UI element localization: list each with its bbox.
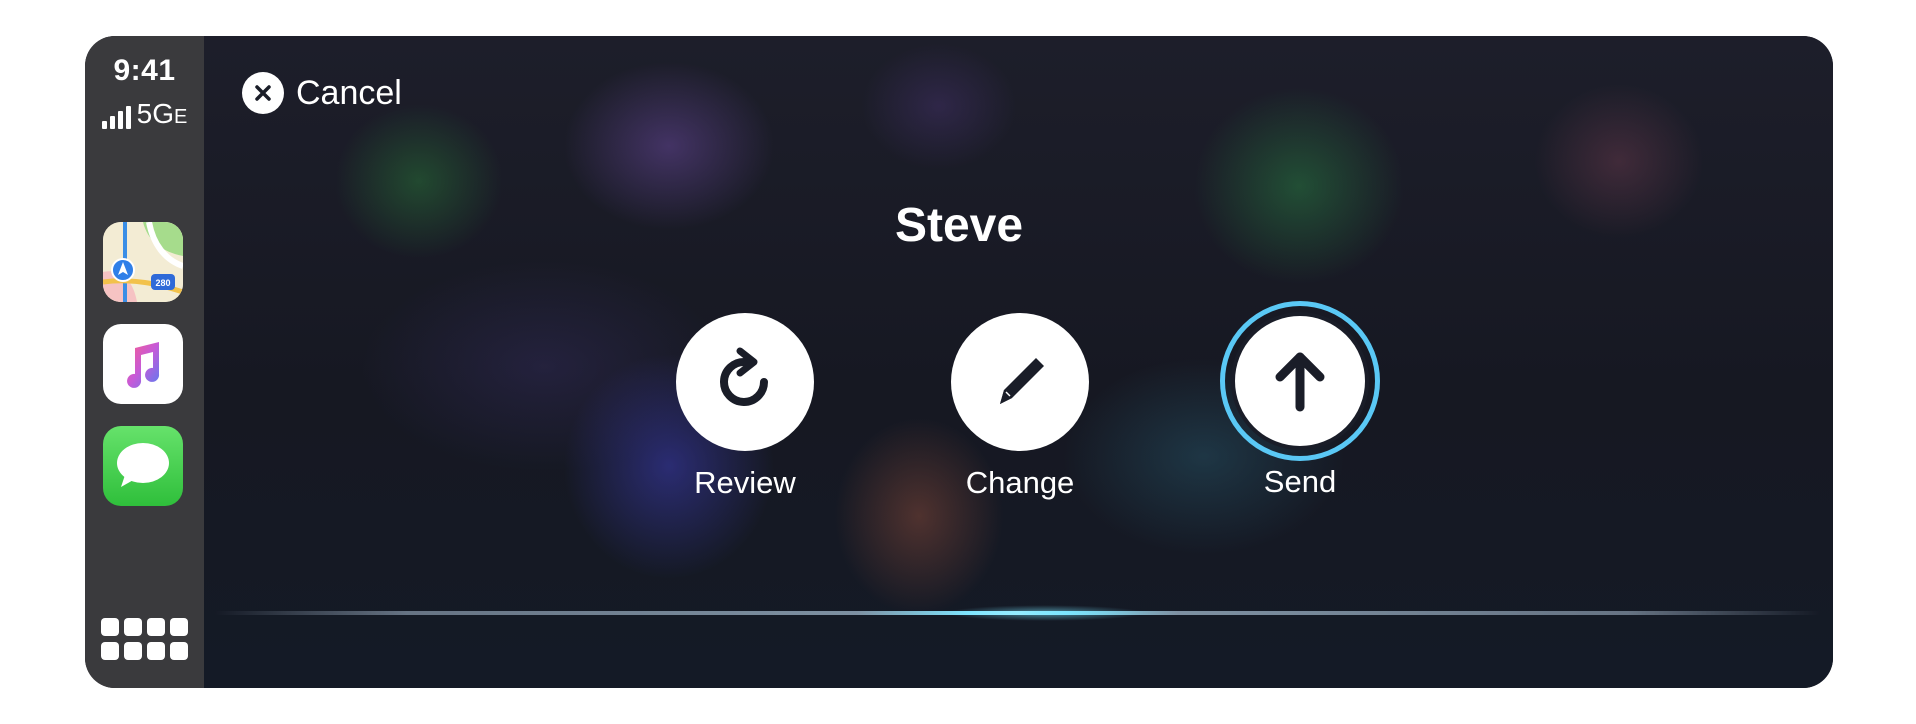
cancel-label: Cancel <box>296 73 402 112</box>
app-grid-icon[interactable] <box>101 618 188 662</box>
change-label: Change <box>965 465 1075 500</box>
close-icon <box>242 72 284 114</box>
carplay-screen: 9:41 5GE 280 Cancel Steve Review Change … <box>85 36 1833 688</box>
send-label: Send <box>1263 464 1337 499</box>
status-bar: 5GE <box>85 98 204 129</box>
arrow-up-icon <box>1231 312 1369 450</box>
signal-strength-icon <box>101 105 131 129</box>
siri-waveform-glow <box>945 605 1145 621</box>
review-button[interactable]: Review <box>655 313 835 501</box>
send-button[interactable]: Send <box>1210 312 1390 500</box>
music-icon[interactable] <box>103 324 183 404</box>
change-button[interactable]: Change <box>930 313 1110 501</box>
svg-text:280: 280 <box>155 278 170 288</box>
replay-icon <box>676 313 814 451</box>
cancel-button[interactable]: Cancel <box>242 72 402 114</box>
pencil-icon <box>951 313 1089 451</box>
sidebar: 9:41 5GE 280 <box>85 36 204 688</box>
status-time: 9:41 <box>113 54 176 87</box>
network-type: 5GE <box>136 98 188 129</box>
review-label: Review <box>694 465 796 500</box>
messages-icon[interactable] <box>103 426 183 506</box>
contact-name: Steve <box>894 199 1024 252</box>
